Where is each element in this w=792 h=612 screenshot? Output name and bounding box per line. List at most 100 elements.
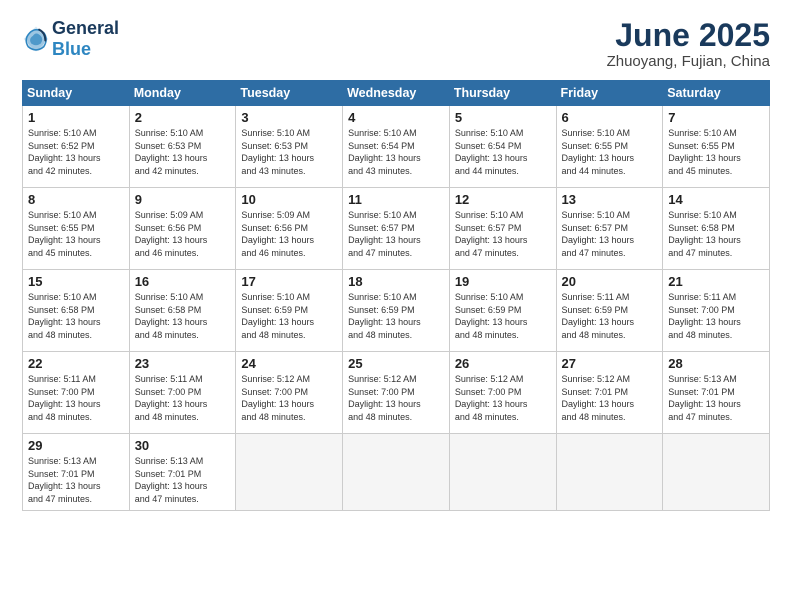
- day-info: Sunrise: 5:10 AMSunset: 6:55 PMDaylight:…: [668, 127, 764, 177]
- day-number: 29: [28, 438, 124, 453]
- day-number: 7: [668, 110, 764, 125]
- day-cell: 19 Sunrise: 5:10 AMSunset: 6:59 PMDaylig…: [449, 270, 556, 352]
- calendar-row: 1 Sunrise: 5:10 AMSunset: 6:52 PMDayligh…: [23, 106, 770, 188]
- day-cell: 4 Sunrise: 5:10 AMSunset: 6:54 PMDayligh…: [343, 106, 450, 188]
- subtitle: Zhuoyang, Fujian, China: [607, 53, 770, 70]
- calendar-row: 29 Sunrise: 5:13 AMSunset: 7:01 PMDaylig…: [23, 434, 770, 510]
- day-number: 2: [135, 110, 231, 125]
- empty-cell: [449, 434, 556, 510]
- empty-cell: [343, 434, 450, 510]
- logo: General Blue: [22, 18, 119, 59]
- day-cell: 1 Sunrise: 5:10 AMSunset: 6:52 PMDayligh…: [23, 106, 130, 188]
- day-info: Sunrise: 5:12 AMSunset: 7:00 PMDaylight:…: [455, 373, 551, 423]
- day-info: Sunrise: 5:10 AMSunset: 6:55 PMDaylight:…: [28, 209, 124, 259]
- logo-icon: [22, 25, 50, 53]
- day-cell: 24 Sunrise: 5:12 AMSunset: 7:00 PMDaylig…: [236, 352, 343, 434]
- day-info: Sunrise: 5:10 AMSunset: 6:58 PMDaylight:…: [28, 291, 124, 341]
- day-cell: 23 Sunrise: 5:11 AMSunset: 7:00 PMDaylig…: [129, 352, 236, 434]
- day-info: Sunrise: 5:09 AMSunset: 6:56 PMDaylight:…: [241, 209, 337, 259]
- page: General Blue June 2025 Zhuoyang, Fujian,…: [0, 0, 792, 612]
- day-cell: 29 Sunrise: 5:13 AMSunset: 7:01 PMDaylig…: [23, 434, 130, 510]
- day-cell: 7 Sunrise: 5:10 AMSunset: 6:55 PMDayligh…: [663, 106, 770, 188]
- day-info: Sunrise: 5:10 AMSunset: 6:59 PMDaylight:…: [241, 291, 337, 341]
- day-info: Sunrise: 5:10 AMSunset: 6:52 PMDaylight:…: [28, 127, 124, 177]
- col-friday: Friday: [556, 81, 663, 106]
- day-cell: 12 Sunrise: 5:10 AMSunset: 6:57 PMDaylig…: [449, 188, 556, 270]
- day-info: Sunrise: 5:10 AMSunset: 6:57 PMDaylight:…: [348, 209, 444, 259]
- day-number: 4: [348, 110, 444, 125]
- day-info: Sunrise: 5:11 AMSunset: 6:59 PMDaylight:…: [562, 291, 658, 341]
- day-cell: 13 Sunrise: 5:10 AMSunset: 6:57 PMDaylig…: [556, 188, 663, 270]
- day-info: Sunrise: 5:11 AMSunset: 7:00 PMDaylight:…: [28, 373, 124, 423]
- day-cell: 9 Sunrise: 5:09 AMSunset: 6:56 PMDayligh…: [129, 188, 236, 270]
- col-thursday: Thursday: [449, 81, 556, 106]
- day-number: 5: [455, 110, 551, 125]
- day-cell: 5 Sunrise: 5:10 AMSunset: 6:54 PMDayligh…: [449, 106, 556, 188]
- day-info: Sunrise: 5:13 AMSunset: 7:01 PMDaylight:…: [135, 455, 231, 505]
- day-number: 22: [28, 356, 124, 371]
- day-cell: 15 Sunrise: 5:10 AMSunset: 6:58 PMDaylig…: [23, 270, 130, 352]
- day-number: 14: [668, 192, 764, 207]
- col-saturday: Saturday: [663, 81, 770, 106]
- day-info: Sunrise: 5:10 AMSunset: 6:59 PMDaylight:…: [455, 291, 551, 341]
- day-number: 8: [28, 192, 124, 207]
- day-cell: 2 Sunrise: 5:10 AMSunset: 6:53 PMDayligh…: [129, 106, 236, 188]
- day-cell: 3 Sunrise: 5:10 AMSunset: 6:53 PMDayligh…: [236, 106, 343, 188]
- day-info: Sunrise: 5:10 AMSunset: 6:57 PMDaylight:…: [562, 209, 658, 259]
- day-info: Sunrise: 5:10 AMSunset: 6:53 PMDaylight:…: [241, 127, 337, 177]
- calendar-row: 8 Sunrise: 5:10 AMSunset: 6:55 PMDayligh…: [23, 188, 770, 270]
- day-cell: 17 Sunrise: 5:10 AMSunset: 6:59 PMDaylig…: [236, 270, 343, 352]
- day-cell: 11 Sunrise: 5:10 AMSunset: 6:57 PMDaylig…: [343, 188, 450, 270]
- day-cell: 27 Sunrise: 5:12 AMSunset: 7:01 PMDaylig…: [556, 352, 663, 434]
- day-cell: 25 Sunrise: 5:12 AMSunset: 7:00 PMDaylig…: [343, 352, 450, 434]
- day-number: 28: [668, 356, 764, 371]
- day-cell: 18 Sunrise: 5:10 AMSunset: 6:59 PMDaylig…: [343, 270, 450, 352]
- col-sunday: Sunday: [23, 81, 130, 106]
- day-number: 9: [135, 192, 231, 207]
- day-info: Sunrise: 5:10 AMSunset: 6:58 PMDaylight:…: [668, 209, 764, 259]
- header: General Blue June 2025 Zhuoyang, Fujian,…: [22, 18, 770, 70]
- calendar-row: 15 Sunrise: 5:10 AMSunset: 6:58 PMDaylig…: [23, 270, 770, 352]
- day-info: Sunrise: 5:10 AMSunset: 6:57 PMDaylight:…: [455, 209, 551, 259]
- day-info: Sunrise: 5:12 AMSunset: 7:01 PMDaylight:…: [562, 373, 658, 423]
- day-info: Sunrise: 5:12 AMSunset: 7:00 PMDaylight:…: [348, 373, 444, 423]
- day-cell: 14 Sunrise: 5:10 AMSunset: 6:58 PMDaylig…: [663, 188, 770, 270]
- day-number: 17: [241, 274, 337, 289]
- day-number: 24: [241, 356, 337, 371]
- day-number: 11: [348, 192, 444, 207]
- day-number: 10: [241, 192, 337, 207]
- empty-cell: [236, 434, 343, 510]
- day-number: 19: [455, 274, 551, 289]
- day-cell: 8 Sunrise: 5:10 AMSunset: 6:55 PMDayligh…: [23, 188, 130, 270]
- empty-cell: [663, 434, 770, 510]
- day-number: 25: [348, 356, 444, 371]
- col-monday: Monday: [129, 81, 236, 106]
- day-number: 21: [668, 274, 764, 289]
- day-number: 15: [28, 274, 124, 289]
- title-block: June 2025 Zhuoyang, Fujian, China: [607, 18, 770, 70]
- day-cell: 26 Sunrise: 5:12 AMSunset: 7:00 PMDaylig…: [449, 352, 556, 434]
- day-number: 3: [241, 110, 337, 125]
- day-info: Sunrise: 5:09 AMSunset: 6:56 PMDaylight:…: [135, 209, 231, 259]
- day-number: 20: [562, 274, 658, 289]
- day-info: Sunrise: 5:10 AMSunset: 6:58 PMDaylight:…: [135, 291, 231, 341]
- day-cell: 6 Sunrise: 5:10 AMSunset: 6:55 PMDayligh…: [556, 106, 663, 188]
- day-cell: 20 Sunrise: 5:11 AMSunset: 6:59 PMDaylig…: [556, 270, 663, 352]
- day-info: Sunrise: 5:10 AMSunset: 6:54 PMDaylight:…: [348, 127, 444, 177]
- day-info: Sunrise: 5:10 AMSunset: 6:55 PMDaylight:…: [562, 127, 658, 177]
- day-number: 6: [562, 110, 658, 125]
- day-cell: 21 Sunrise: 5:11 AMSunset: 7:00 PMDaylig…: [663, 270, 770, 352]
- col-wednesday: Wednesday: [343, 81, 450, 106]
- empty-cell: [556, 434, 663, 510]
- calendar-table: Sunday Monday Tuesday Wednesday Thursday…: [22, 80, 770, 510]
- day-number: 1: [28, 110, 124, 125]
- day-info: Sunrise: 5:13 AMSunset: 7:01 PMDaylight:…: [668, 373, 764, 423]
- day-number: 12: [455, 192, 551, 207]
- calendar-row: 22 Sunrise: 5:11 AMSunset: 7:00 PMDaylig…: [23, 352, 770, 434]
- day-info: Sunrise: 5:10 AMSunset: 6:53 PMDaylight:…: [135, 127, 231, 177]
- day-number: 23: [135, 356, 231, 371]
- day-cell: 16 Sunrise: 5:10 AMSunset: 6:58 PMDaylig…: [129, 270, 236, 352]
- day-info: Sunrise: 5:11 AMSunset: 7:00 PMDaylight:…: [135, 373, 231, 423]
- day-number: 27: [562, 356, 658, 371]
- day-number: 16: [135, 274, 231, 289]
